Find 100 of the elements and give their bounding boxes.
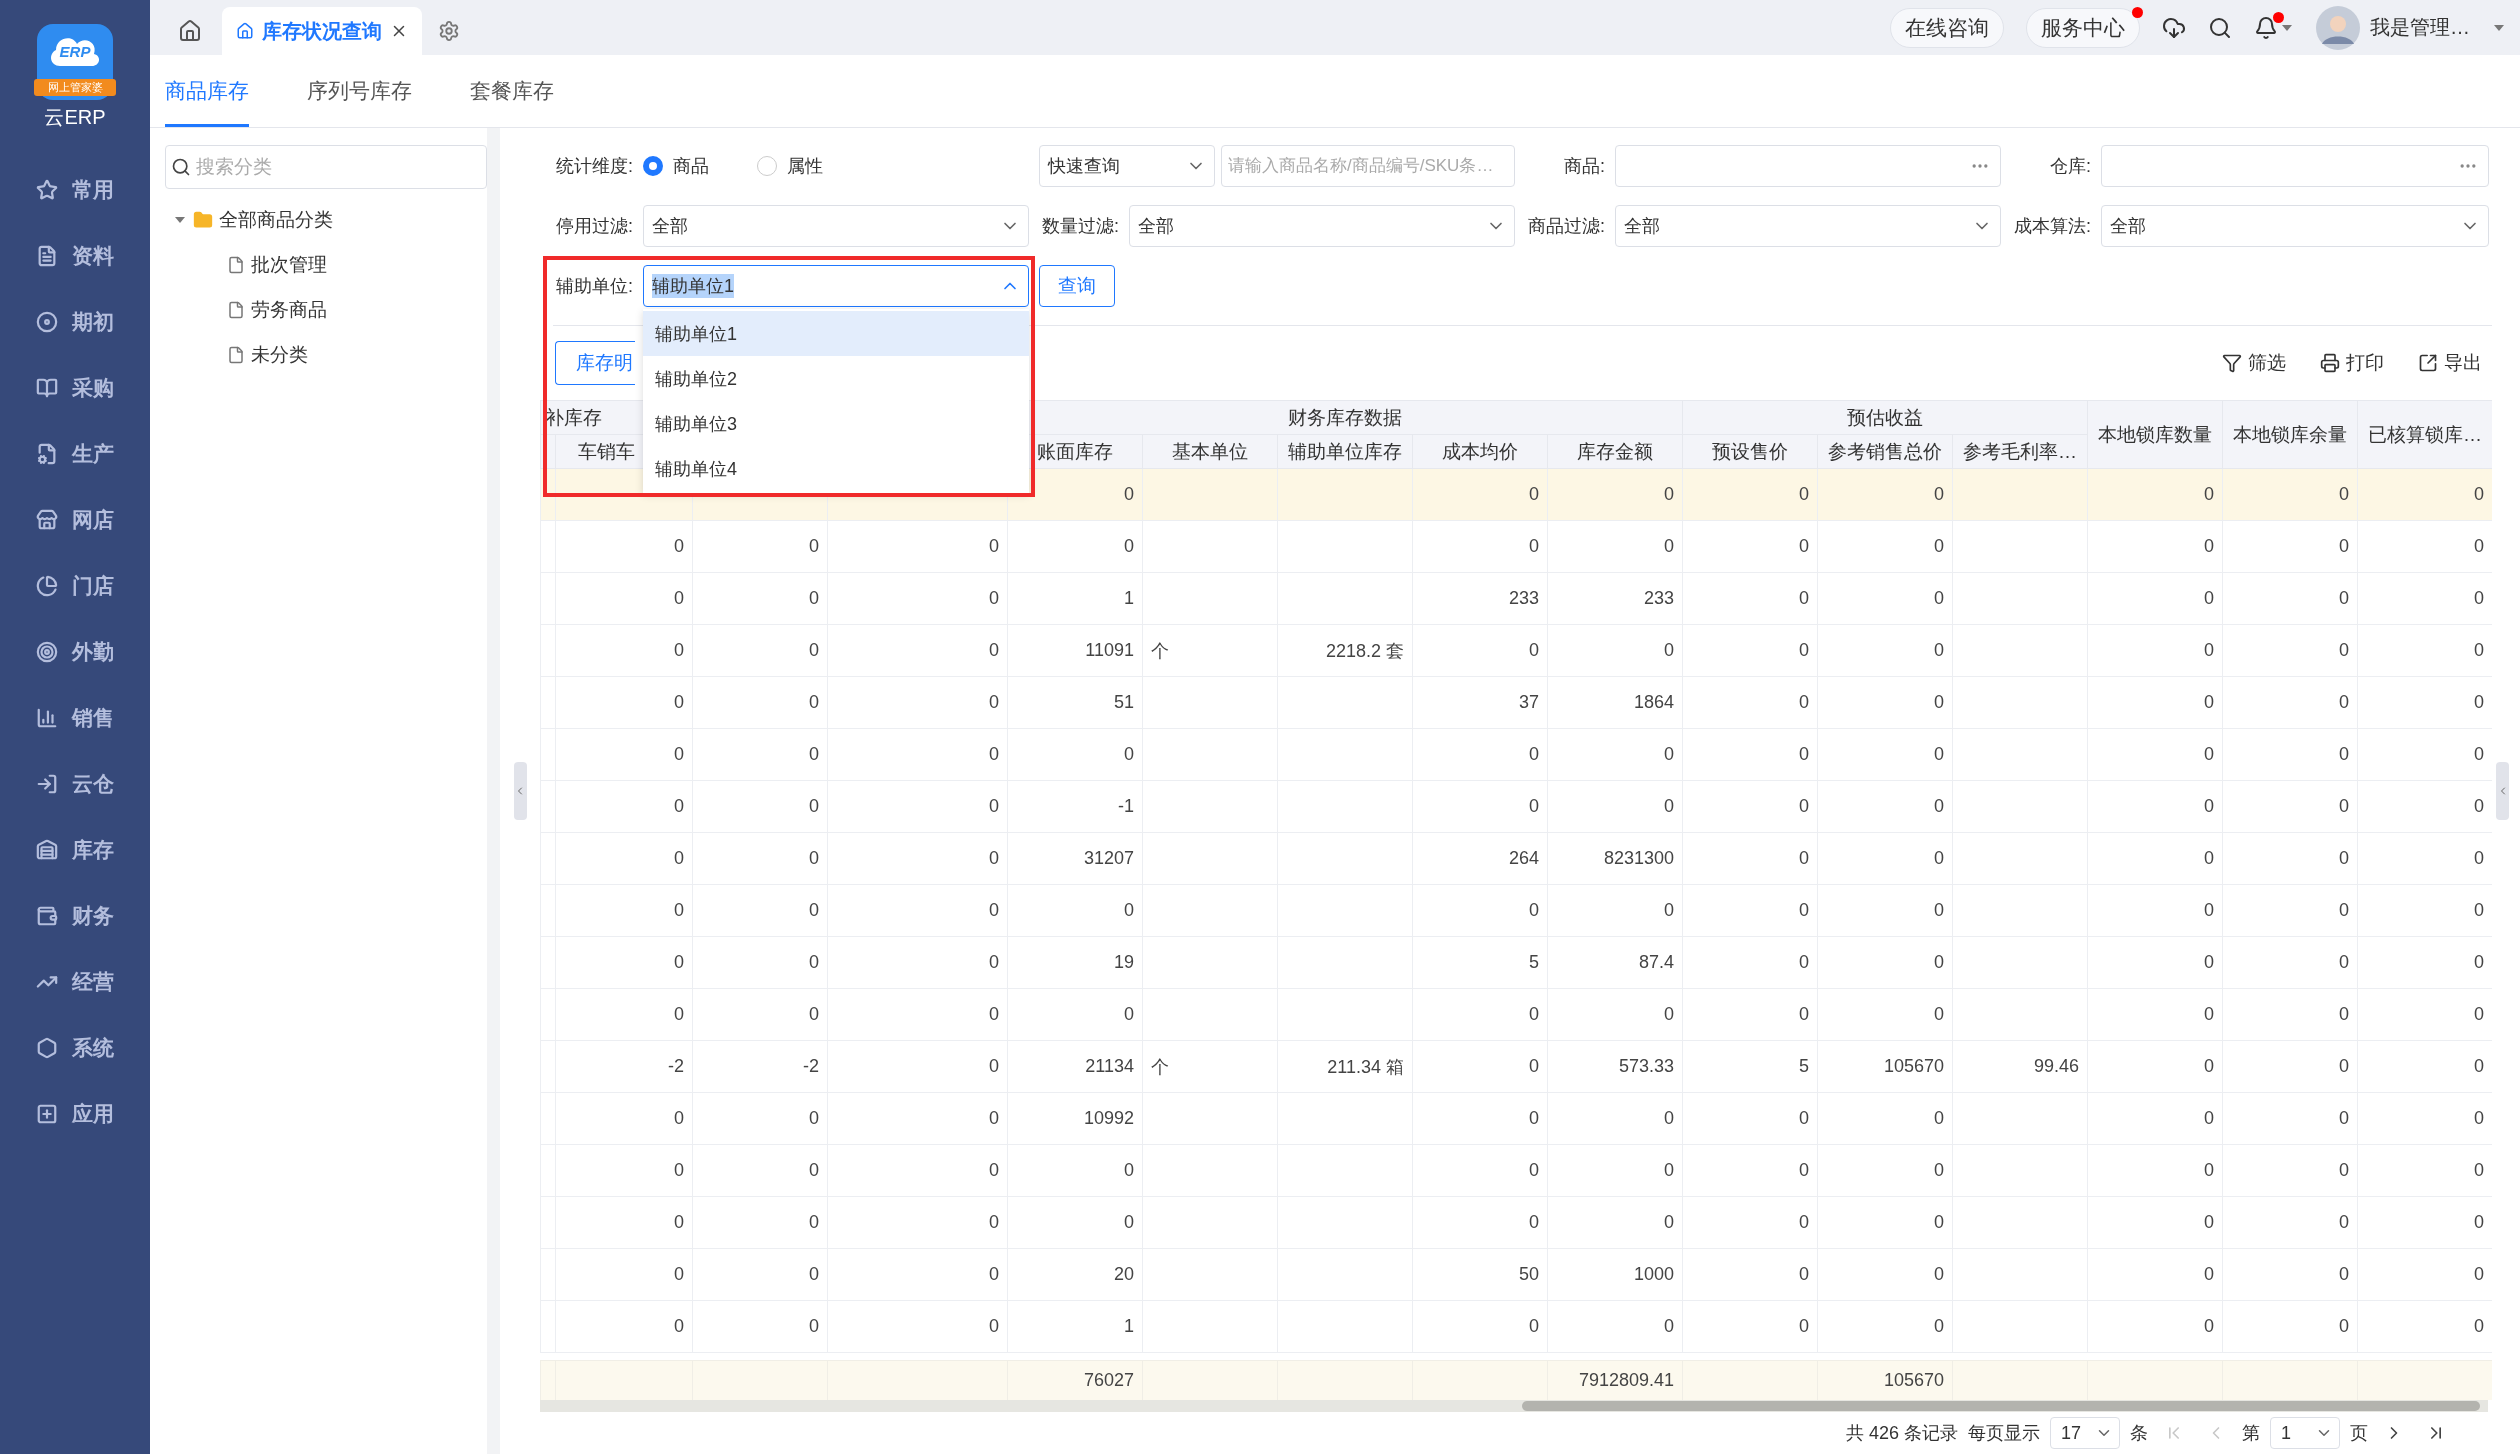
table-row[interactable]: 0 0 0 19 5 87.4 0 0 0 0 0: [540, 936, 2492, 989]
hexagon-icon[interactable]: [36, 1037, 58, 1059]
table-cell: 0: [1799, 536, 1810, 556]
category-item[interactable]: 劳务商品: [251, 296, 327, 323]
header-link[interactable]: 在线咨询: [1890, 7, 2004, 48]
dropdown-option[interactable]: 辅助单位4: [643, 446, 1029, 491]
table-row[interactable]: 0 0 0 0 0 0 0 0 0 0 0: [540, 520, 2492, 573]
nav-item[interactable]: 系统: [72, 1034, 114, 1062]
column-group-header: 预估收益: [1682, 400, 2088, 435]
table-row[interactable]: 0 0 0 1 0 0 0 0 0 0 0: [540, 1300, 2492, 1353]
radio-button[interactable]: [643, 156, 663, 176]
category-item[interactable]: 批次管理: [251, 251, 327, 278]
table-cell: 0: [809, 640, 819, 660]
document-icon[interactable]: [36, 245, 58, 267]
tab[interactable]: 商品库存: [165, 55, 249, 127]
table-cell: 0: [674, 536, 684, 556]
category-item[interactable]: 未分类: [251, 341, 308, 368]
dropdown-option[interactable]: 辅助单位3: [643, 401, 1029, 446]
settings-icon[interactable]: [438, 20, 460, 42]
nav-item[interactable]: 销售: [72, 704, 114, 732]
filter-select[interactable]: 全部: [1615, 205, 2001, 247]
page-tab[interactable]: 库存状况查询: [222, 7, 422, 55]
table-row[interactable]: 0 0 0 51 37 1864 0 0 0 0 0: [540, 676, 2492, 729]
table-row[interactable]: 0 0 0 20 50 1000 0 0 0 0 0: [540, 1248, 2492, 1301]
category-item[interactable]: 全部商品分类: [219, 206, 333, 233]
collapse-handle[interactable]: [513, 762, 527, 820]
quick-query-select[interactable]: 快速查询: [1039, 145, 1215, 187]
table-row[interactable]: 0 0 0 11091 个 2218.2 套 0 0 0 0 0 0 0: [540, 624, 2492, 677]
table-row[interactable]: 0 0 0 0 0 0 0 0 0 0 0: [540, 1144, 2492, 1197]
search-field[interactable]: 搜索分类: [165, 145, 487, 189]
table-row[interactable]: 0 0 0 0 0 0 0 0 0 0 0: [540, 884, 2492, 937]
nav-item[interactable]: 资料: [72, 242, 114, 270]
home-icon[interactable]: [178, 19, 202, 43]
picker-field[interactable]: [1615, 145, 2001, 187]
table-cell: 0: [2204, 1056, 2215, 1076]
tab[interactable]: 套餐库存: [470, 55, 554, 127]
search-icon[interactable]: [2208, 15, 2232, 40]
bell-icon[interactable]: [2254, 15, 2278, 40]
book-icon[interactable]: [36, 377, 58, 399]
nav-item[interactable]: 采购: [72, 374, 114, 402]
target-icon[interactable]: [36, 641, 58, 663]
table-cell: 0: [2474, 1004, 2485, 1024]
filter-select[interactable]: 全部: [643, 205, 1029, 247]
store-icon[interactable]: [36, 509, 58, 531]
enter-icon[interactable]: [36, 773, 58, 795]
table-cell: 0: [989, 1160, 999, 1180]
nav-item[interactable]: 应用: [72, 1100, 114, 1128]
page-select[interactable]: 1: [2270, 1417, 2340, 1449]
toolbar-action[interactable]: 导出: [2418, 350, 2482, 376]
table-row[interactable]: 0 0 0 10992 0 0 0 0 0 0 0: [540, 1092, 2492, 1145]
table-row[interactable]: 0 0 0 1 233 233 0 0 0 0 0: [540, 572, 2492, 625]
user-name[interactable]: 我是管理…: [2370, 14, 2470, 41]
field-label: 仓库:: [2049, 155, 2091, 178]
toolbar-action[interactable]: 筛选: [2222, 350, 2286, 376]
table-cell: 11091: [1085, 640, 1134, 660]
cloud-download-icon[interactable]: [2162, 15, 2186, 40]
radio-option[interactable]: 属性: [757, 154, 823, 178]
warehouse-icon[interactable]: [36, 839, 58, 861]
avatar[interactable]: [2316, 5, 2360, 50]
picker-field[interactable]: [2101, 145, 2489, 187]
nav-item[interactable]: 生产: [72, 440, 114, 468]
detail-button[interactable]: 库存明: [555, 341, 635, 385]
nav-item[interactable]: 常用: [72, 176, 114, 204]
dropdown-option[interactable]: 辅助单位1: [643, 311, 1029, 356]
table-cell: 0: [1799, 952, 1810, 972]
tab[interactable]: 序列号库存: [307, 55, 412, 127]
page-size-select[interactable]: 17: [2050, 1417, 2120, 1449]
nav-item[interactable]: 外勤: [72, 638, 114, 666]
nav-item[interactable]: 财务: [72, 902, 114, 930]
table-row[interactable]: 0 0 0 0 0 0 0 0 0 0 0: [540, 988, 2492, 1041]
filter-select[interactable]: 全部: [2101, 205, 2489, 247]
disc-icon[interactable]: [36, 311, 58, 333]
nav-item[interactable]: 库存: [72, 836, 114, 864]
horizontal-scrollbar[interactable]: [540, 1400, 2488, 1412]
nav-item[interactable]: 经营: [72, 968, 114, 996]
table-row[interactable]: 0 0 0 31207 264 8231300 0 0 0 0 0: [540, 832, 2492, 885]
bar-chart-icon[interactable]: [36, 707, 58, 729]
pie-chart-icon[interactable]: [36, 575, 58, 597]
collapse-handle[interactable]: [2496, 762, 2509, 820]
nav-item[interactable]: 网店: [72, 506, 114, 534]
table-row[interactable]: 0 0 0 0 0 0 0 0 0 0 0: [540, 728, 2492, 781]
dropdown-option[interactable]: 辅助单位2: [643, 356, 1029, 401]
document-gear-icon[interactable]: [36, 443, 58, 465]
table-row[interactable]: -2 -2 0 21134 个 211.34 箱 0 573.33 5 105670 99.46 0 0 0: [540, 1040, 2492, 1093]
nav-item[interactable]: 期初: [72, 308, 114, 336]
vertical-scrollbar[interactable]: [487, 128, 500, 1454]
wallet-icon[interactable]: [36, 905, 58, 927]
table-row[interactable]: 0 0 0 0 0 0 0 0 0 0 0: [540, 1196, 2492, 1249]
query-button[interactable]: 查询: [1039, 265, 1115, 307]
nav-item[interactable]: 云仓: [72, 770, 114, 798]
plus-square-icon[interactable]: [36, 1103, 58, 1125]
star-icon[interactable]: [36, 179, 58, 201]
filter-select[interactable]: 全部: [1129, 205, 1515, 247]
radio-button[interactable]: [757, 156, 777, 176]
toolbar-action[interactable]: 打印: [2320, 350, 2384, 376]
nav-item[interactable]: 门店: [72, 572, 114, 600]
header-link[interactable]: 服务中心: [2026, 7, 2140, 48]
table-row[interactable]: 0 0 0 -1 0 0 0 0 0 0 0: [540, 780, 2492, 833]
search-field[interactable]: 请输入商品名称/商品编号/SKU条…: [1221, 145, 1515, 187]
radio-option[interactable]: 商品: [643, 154, 709, 178]
